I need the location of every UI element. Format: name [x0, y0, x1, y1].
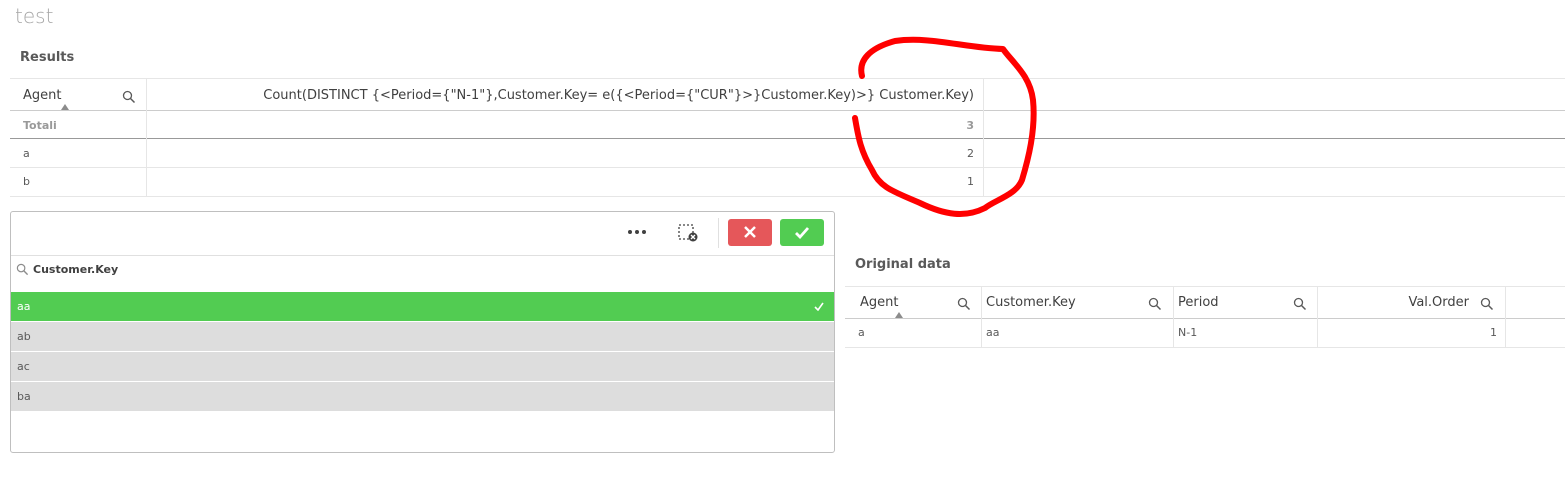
confirm-selection-button[interactable]	[780, 219, 824, 246]
listbox-field-name: Customer.Key	[33, 263, 119, 276]
search-icon[interactable]	[122, 90, 136, 104]
column-header-agent[interactable]: Agent	[23, 88, 61, 103]
table-cell[interactable]: aa	[986, 326, 999, 339]
search-icon[interactable]	[957, 297, 971, 311]
search-icon[interactable]	[1480, 297, 1494, 311]
list-item[interactable]: ab	[11, 322, 834, 351]
list-item[interactable]: ba	[11, 382, 834, 411]
list-item-label: ac	[17, 360, 30, 373]
close-icon	[744, 226, 756, 238]
sort-ascending-icon	[61, 104, 69, 110]
column-header-customer-key[interactable]: Customer.Key	[986, 295, 1076, 310]
table-row-value: 1	[967, 175, 974, 188]
original-data-title: Original data	[855, 257, 951, 272]
checkmark-icon	[795, 227, 810, 239]
search-icon[interactable]	[1293, 297, 1307, 311]
table-cell[interactable]: a	[858, 326, 865, 339]
cancel-selection-button[interactable]	[728, 219, 772, 246]
totals-label: Totali	[23, 119, 57, 132]
table-row-agent[interactable]: a	[23, 147, 30, 160]
original-data-table: Agent Customer.Key Period Val.Order a aa…	[845, 286, 1565, 348]
column-header-val-order[interactable]: Val.Order	[1321, 295, 1469, 310]
listbox-popup: Customer.Key aa ab ac ba	[10, 211, 835, 453]
totals-value: 3	[966, 119, 974, 132]
sort-ascending-icon	[895, 312, 903, 318]
search-icon	[16, 263, 29, 276]
clear-selections-icon[interactable]	[678, 223, 700, 243]
column-header-period[interactable]: Period	[1178, 295, 1219, 310]
sheet-title: test	[15, 4, 54, 28]
list-item-label: ab	[17, 330, 31, 343]
table-row-agent[interactable]: b	[23, 175, 30, 188]
listbox-search[interactable]: Customer.Key	[11, 256, 834, 292]
selection-toolbar	[11, 212, 834, 256]
column-header-agent[interactable]: Agent	[860, 295, 898, 310]
list-item-label: aa	[17, 300, 31, 313]
results-title: Results	[20, 50, 75, 65]
search-icon[interactable]	[1148, 297, 1162, 311]
ellipsis-icon[interactable]	[627, 229, 647, 235]
checkmark-icon	[814, 302, 824, 311]
table-row-value: 2	[967, 147, 974, 160]
list-item[interactable]: ac	[11, 352, 834, 381]
list-item[interactable]: aa	[11, 292, 834, 321]
results-table: Agent Count(DISTINCT {<Period={"N-1"},Cu…	[10, 78, 1565, 198]
table-cell: 1	[1490, 326, 1497, 339]
list-item-label: ba	[17, 390, 31, 403]
table-cell[interactable]: N-1	[1178, 326, 1197, 339]
column-header-measure[interactable]: Count(DISTINCT {<Period={"N-1"},Customer…	[150, 88, 974, 103]
